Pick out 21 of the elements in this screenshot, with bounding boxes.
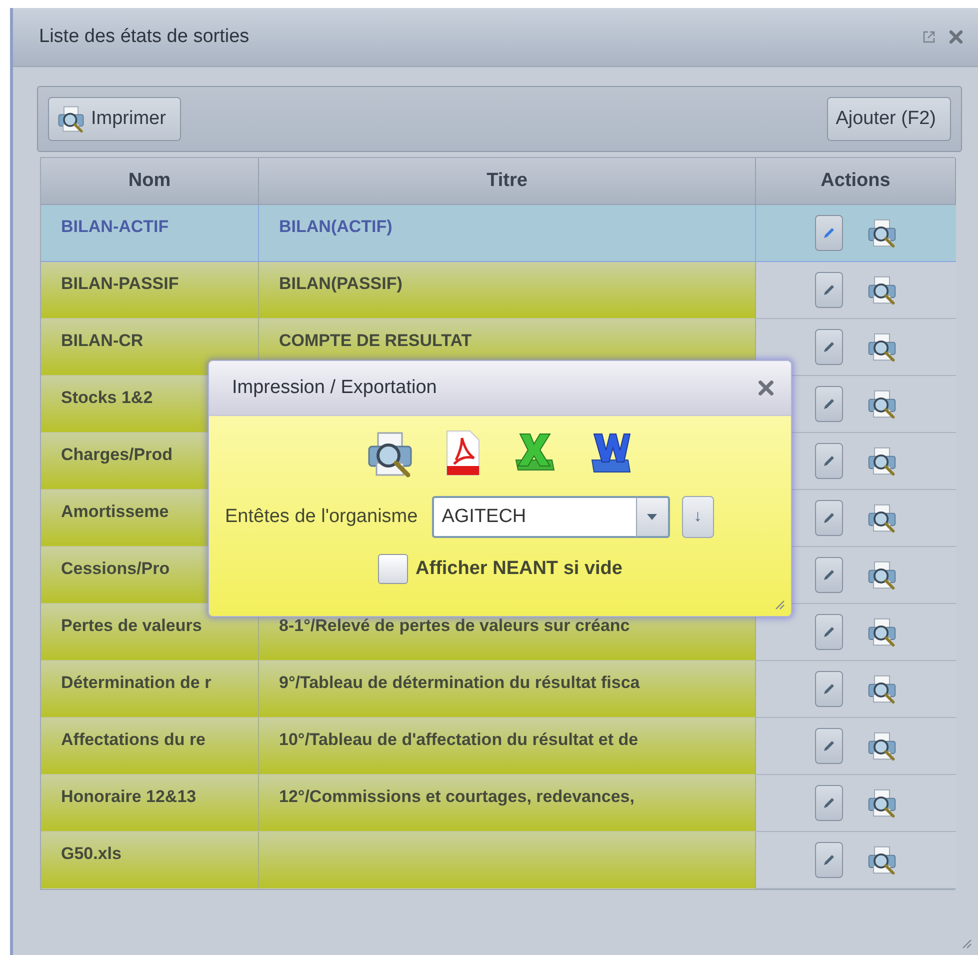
name-cell[interactable]: Affectations du re [41, 718, 259, 775]
checkbox-label: Afficher NEANT si vide [416, 558, 622, 580]
name-cell[interactable]: BILAN-PASSIF [41, 262, 259, 319]
title-cell[interactable]: BILAN(ACTIF) [259, 205, 756, 262]
title-cell[interactable]: 10°/Tableau de d'affectation du résultat et de [259, 718, 756, 775]
column-header[interactable]: Titre [259, 158, 756, 205]
down-arrow-button[interactable]: ↓ [682, 496, 714, 538]
window-title: Liste des états de sorties [39, 26, 250, 48]
column-header[interactable]: Nom [41, 158, 259, 205]
column-header[interactable]: Actions [756, 158, 956, 205]
name-cell[interactable]: Honoraire 12&13 [41, 775, 259, 832]
title-cell[interactable]: 12°/Commissions et courtages, redevances, [259, 775, 756, 832]
input-field[interactable]: AGITECH [432, 496, 636, 538]
name-cell[interactable]: BILAN-ACTIF [41, 205, 259, 262]
print-button[interactable]: Imprimer [48, 97, 181, 141]
title-cell[interactable]: BILAN(PASSIF) [259, 262, 756, 319]
name-cell[interactable]: G50.xls [41, 832, 259, 889]
name-cell[interactable]: BILAN-CR [41, 319, 259, 376]
name-cell[interactable]: Détermination de r [41, 661, 259, 718]
add-button[interactable]: Ajouter (F2) [826, 97, 951, 141]
title-cell[interactable]: 9°/Tableau de détermination du résultat fisca [259, 661, 756, 718]
